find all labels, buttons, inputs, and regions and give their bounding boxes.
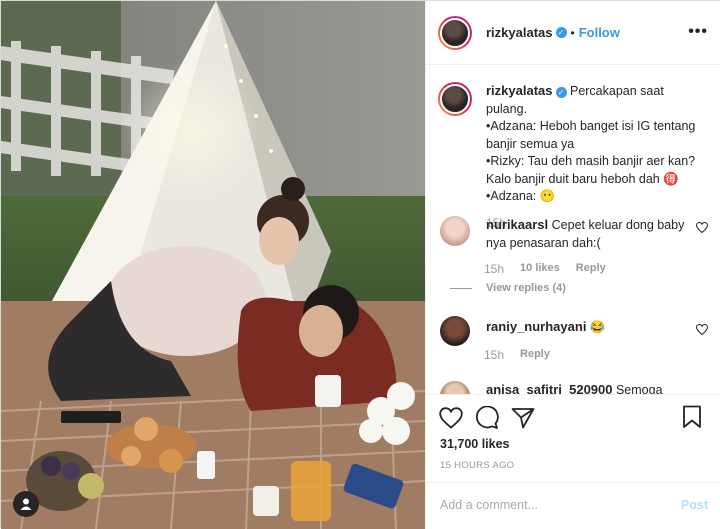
author-avatar[interactable] [438,15,472,50]
comment-time[interactable]: 15h [484,348,504,362]
comments-list[interactable]: rizkyalatas ✓ Percakapan saat pulang. •Ad… [426,66,720,394]
caption-line: •Adzana: Heboh banget isi IG tentang ban… [486,119,696,151]
caption-username[interactable]: rizkyalatas [486,83,553,98]
post-header: rizkyalatas ✓ • Follow ••• [426,1,720,65]
commenter-avatar[interactable] [440,216,470,246]
commenter-username[interactable]: nurikaarsl [486,217,548,232]
comment-time[interactable]: 15h [484,262,504,276]
comment-item: raniy_nurhayani 😂 [440,316,710,346]
reply-button[interactable]: Reply [520,348,550,362]
caption-line: •Rizky: Tau deh masih banjir aer kan? Ka… [486,154,696,186]
comment-likes[interactable]: 10 likes [520,262,560,276]
caption-line: •Adzana: 😶 [486,189,556,203]
add-comment-bar: Add a comment... Post [426,482,720,529]
post-comment-button[interactable]: Post [681,498,708,512]
like-heart-icon[interactable] [438,405,464,431]
commenter-avatar[interactable] [440,381,470,394]
commenter-username[interactable]: raniy_nurhayani [486,319,586,334]
author-username[interactable]: rizkyalatas [486,25,553,40]
post-caption: rizkyalatas ✓ Percakapan saat pulang. •Ad… [438,82,708,232]
post-sidebar: rizkyalatas ✓ • Follow ••• rizkyalatas ✓ … [425,1,720,529]
separator-dot: • [570,25,575,40]
post-time[interactable]: 15 HOURS AGO [440,460,514,471]
save-bookmark-icon[interactable] [682,405,708,431]
caption-avatar[interactable] [438,82,472,116]
follow-button[interactable]: Follow [579,25,620,40]
like-comment-heart-icon[interactable] [695,221,709,236]
verified-badge-icon: ✓ [555,27,567,38]
instagram-post-window: rizkyalatas ✓ • Follow ••• rizkyalatas ✓ … [0,0,720,529]
tagged-user-icon[interactable] [13,491,39,517]
likes-count[interactable]: 31,700 likes [440,437,510,451]
post-photo[interactable] [1,1,425,529]
more-options-icon[interactable]: ••• [688,23,708,41]
comment-item: nurikaarsl Cepet keluar dong baby nya pe… [440,216,710,252]
share-direct-icon[interactable] [510,405,536,431]
view-replies-button[interactable]: View replies (4) [450,282,566,294]
comment-meta: 15h Reply [484,348,550,362]
view-replies-label: View replies (4) [486,282,566,294]
commenter-avatar[interactable] [440,316,470,346]
comment-input[interactable]: Add a comment... [440,498,538,512]
commenter-username[interactable]: anisa_safitri_520900 [486,382,612,394]
comment-item: anisa_safitri_520900 Semoga [440,381,710,394]
reply-button[interactable]: Reply [576,262,606,276]
comment-text: Semoga [615,383,663,394]
comment-text: 😂 [589,320,606,334]
like-comment-heart-icon[interactable] [695,323,709,338]
comment-bubble-icon[interactable] [474,405,500,431]
comment-meta: 15h 10 likes Reply [484,262,606,276]
post-actions: 31,700 likes 15 HOURS AGO [426,394,720,490]
verified-badge-icon: ✓ [555,87,567,98]
